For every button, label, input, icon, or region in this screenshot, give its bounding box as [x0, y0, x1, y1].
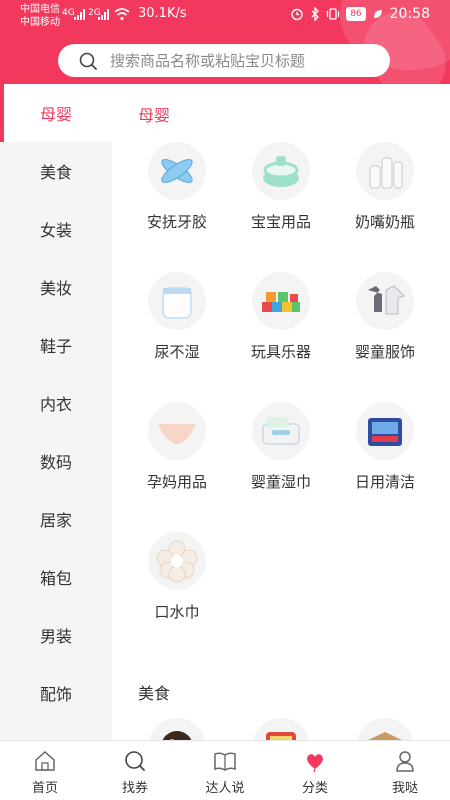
category-item[interactable]: 玩具乐器	[226, 272, 336, 362]
nav-me[interactable]: 我哒	[360, 741, 450, 800]
potty-icon	[252, 142, 310, 200]
status-right: 86 20:58	[290, 6, 430, 22]
carrier-1: 中国电信	[20, 4, 60, 15]
category-label: 口水巾	[154, 603, 200, 621]
sidebar-item-meishi[interactable]: 美食	[0, 142, 112, 200]
diaper-icon	[148, 272, 206, 330]
nav-label: 找券	[121, 781, 148, 796]
category-item[interactable]	[330, 718, 440, 740]
carrier-2: 中国移动	[20, 17, 60, 28]
section-title: 母婴	[138, 106, 171, 125]
sidebar-item-peishi[interactable]: 配饰	[0, 664, 112, 722]
nav-label: 达人说	[205, 781, 245, 796]
nav-expert-talk[interactable]: 达人说	[180, 741, 270, 800]
food-icon	[252, 718, 310, 740]
status-bar: 中国电信 中国移动 4G 2G 30.1K/s 86 20:58	[0, 0, 450, 34]
category-label: 孕妈用品	[146, 473, 207, 491]
category-item[interactable]: 口水巾	[122, 532, 232, 622]
category-item[interactable]: 婴童服饰	[330, 272, 440, 362]
nav-find-coupons[interactable]: 找券	[90, 741, 180, 800]
sidebar-item-nvzhuang[interactable]: 女装	[0, 200, 112, 258]
clock: 20:58	[389, 6, 430, 22]
search-icon	[79, 52, 97, 70]
sidebar-item-muying[interactable]: 母婴	[0, 84, 112, 142]
signal-icon	[98, 8, 109, 20]
category-label: 尿不湿	[154, 343, 200, 361]
sidebar-item-xiezi[interactable]: 鞋子	[0, 316, 112, 374]
category-item[interactable]	[226, 718, 336, 740]
food-icon	[356, 718, 414, 740]
onesie-icon	[356, 272, 414, 330]
sidebar-item-xiangbao[interactable]: 箱包	[0, 548, 112, 606]
category-item[interactable]: 尿不湿	[122, 272, 232, 362]
blocks-icon	[252, 272, 310, 330]
teether-icon	[148, 142, 206, 200]
sidebar-item-nanzhuang[interactable]: 男装	[0, 606, 112, 664]
bluetooth-icon	[311, 7, 320, 21]
network-speed: 30.1K/s	[138, 6, 187, 21]
nav-home[interactable]: 首页	[0, 741, 90, 800]
category-item[interactable]: 安抚牙胶	[122, 142, 232, 232]
user-icon	[396, 751, 414, 772]
category-label: 玩具乐器	[250, 343, 311, 361]
category-label: 宝宝用品	[250, 213, 311, 231]
wifi-icon	[114, 8, 130, 21]
sidebar-item-jujia[interactable]: 居家	[0, 490, 112, 548]
header: 中国电信 中国移动 4G 2G 30.1K/s 86 20:58 搜索商品名称或…	[0, 0, 450, 84]
book-icon	[214, 752, 236, 771]
nav-label: 我哒	[391, 781, 418, 796]
category-item[interactable]: 日用清洁	[330, 402, 440, 492]
leaf-icon	[373, 10, 382, 18]
category-label: 日用清洁	[354, 473, 415, 491]
bib-icon	[148, 532, 206, 590]
nav-label: 首页	[31, 781, 58, 796]
maternity-underwear-icon	[148, 402, 206, 460]
category-label: 婴童服饰	[354, 343, 415, 361]
carrier-info: 中国电信 中国移动	[20, 3, 60, 29]
food-icon	[148, 718, 206, 740]
category-label: 婴童湿巾	[250, 473, 311, 491]
sidebar-item-meizhuang[interactable]: 美妆	[0, 258, 112, 316]
signal-icon	[74, 8, 85, 20]
nav-label: 分类	[301, 781, 328, 796]
category-item[interactable]: 奶嘴奶瓶	[330, 142, 440, 232]
section-title: 美食	[138, 684, 171, 703]
battery-indicator: 86	[346, 7, 366, 21]
sidebar-item-neiyi[interactable]: 内衣	[0, 374, 112, 432]
category-item[interactable]: 孕妈用品	[122, 402, 232, 492]
sidebar-item-shuma[interactable]: 数码	[0, 432, 112, 490]
network-type-1: 4G	[62, 8, 75, 18]
search-icon	[125, 751, 145, 771]
tissue-icon	[356, 402, 414, 460]
heart-balloon-icon	[307, 754, 323, 773]
category-item[interactable]: 宝宝用品	[226, 142, 336, 232]
vibrate-icon	[327, 8, 340, 20]
search-input[interactable]: 搜索商品名称或粘贴宝贝标题	[58, 44, 390, 77]
category-content: 母婴 安抚牙胶 宝宝用品 奶嘴奶瓶 尿不湿 玩具乐器 婴童服饰 孕妈用品 婴童湿…	[112, 84, 450, 740]
home-icon	[35, 750, 55, 771]
category-label: 安抚牙胶	[146, 213, 207, 231]
category-item[interactable]	[122, 718, 232, 740]
category-label: 奶嘴奶瓶	[354, 213, 415, 231]
alarm-icon	[291, 8, 303, 21]
search-placeholder: 搜索商品名称或粘贴宝贝标题	[110, 52, 306, 70]
wipes-icon	[252, 402, 310, 460]
category-item[interactable]: 婴童湿巾	[226, 402, 336, 492]
nav-category[interactable]: 分类	[270, 741, 360, 800]
bottle-icon	[356, 142, 414, 200]
bottom-nav: 首页 找券 达人说 分类 我哒	[0, 740, 450, 800]
category-sidebar: 母婴 美食 女装 美妆 鞋子 内衣 数码 居家 箱包 男装 配饰	[0, 84, 112, 740]
